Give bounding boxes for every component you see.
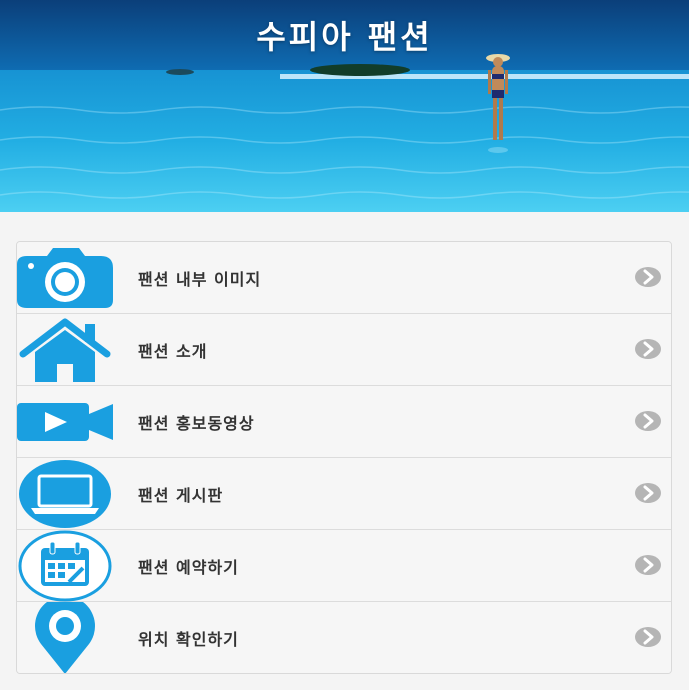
menu-item-label: 팬션 소개 — [138, 342, 208, 361]
page-title: 수피아 팬션 — [256, 18, 433, 56]
menu-item-location[interactable]: 위치 확인하기 — [17, 602, 671, 673]
map-pin-icon — [17, 602, 115, 673]
home-icon — [17, 314, 115, 386]
calendar-icon — [17, 530, 115, 602]
menu-item-reservation[interactable]: 팬션 예약하기 — [17, 530, 671, 602]
menu-item-label: 팬션 홍보동영상 — [138, 414, 255, 433]
chevron-right-icon — [635, 555, 661, 575]
laptop-icon — [17, 458, 115, 530]
chevron-right-icon — [635, 411, 661, 431]
menu-item-board[interactable]: 팬션 게시판 — [17, 458, 671, 530]
menu-item-label: 위치 확인하기 — [138, 630, 239, 649]
video-camera-icon — [17, 386, 115, 458]
menu-item-promo-video[interactable]: 팬션 홍보동영상 — [17, 386, 671, 458]
menu-item-introduction[interactable]: 팬션 소개 — [17, 314, 671, 386]
menu-item-label: 팬션 예약하기 — [138, 558, 239, 577]
menu-list: 팬션 내부 이미지 팬션 소개 팬션 홍보동영상 팬션 게시판 팬션 예약하기 … — [16, 241, 672, 674]
chevron-right-icon — [635, 267, 661, 287]
chevron-right-icon — [635, 483, 661, 503]
camera-icon — [17, 242, 115, 314]
chevron-right-icon — [635, 627, 661, 647]
chevron-right-icon — [635, 339, 661, 359]
header-banner: 수피아 팬션 — [0, 0, 689, 212]
menu-item-interior-images[interactable]: 팬션 내부 이미지 — [17, 242, 671, 314]
menu-item-label: 팬션 게시판 — [138, 486, 224, 505]
menu-item-label: 팬션 내부 이미지 — [138, 270, 262, 289]
